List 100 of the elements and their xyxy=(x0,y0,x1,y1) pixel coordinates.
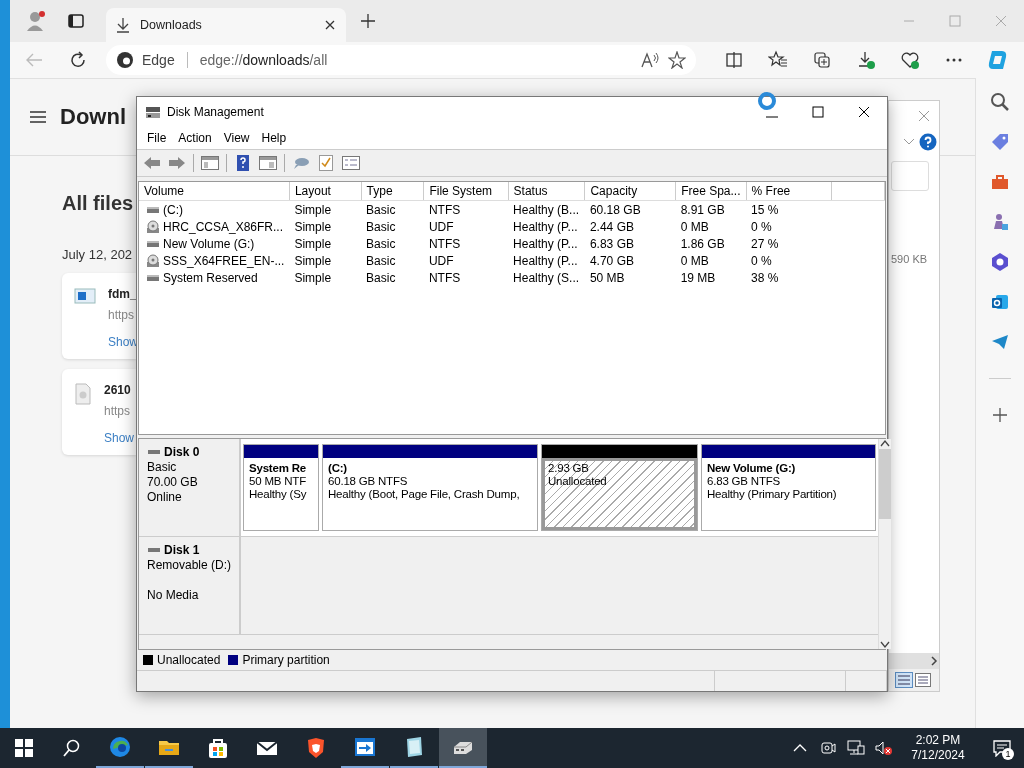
input-field[interactable] xyxy=(891,161,929,191)
maximize-icon xyxy=(812,106,824,118)
disk-size: 70.00 GB xyxy=(147,475,199,489)
section-heading: All files xyxy=(62,192,134,215)
mail-app-icon[interactable] xyxy=(990,292,1010,312)
chevron-down-icon[interactable] xyxy=(903,138,915,146)
back-arrow-icon xyxy=(143,156,161,170)
partition-name: (C:) xyxy=(328,462,347,474)
partition-name: System Re xyxy=(249,462,306,474)
table-cell-text: 2.44 GB xyxy=(588,218,635,235)
horizontal-scrollbar[interactable] xyxy=(889,653,939,669)
split-screen-icon[interactable] xyxy=(724,50,744,70)
column-header[interactable]: Capacity xyxy=(584,182,676,201)
menu-item[interactable]: Action xyxy=(172,129,218,147)
address-bar[interactable]: Edge edge://downloads/all xyxy=(106,45,696,75)
table-cell: (C:) xyxy=(163,202,183,217)
partition-status: Unallocated xyxy=(548,475,607,487)
table-cell: Simple xyxy=(289,200,362,218)
table-cell-text: Healthy (S... xyxy=(512,269,581,286)
column-header[interactable]: % Free xyxy=(746,182,832,201)
minimize-icon xyxy=(766,116,778,118)
column-header[interactable]: Type xyxy=(361,182,424,201)
toolbox-icon[interactable] xyxy=(990,172,1010,192)
table-cell-text: Healthy (P... xyxy=(512,218,579,235)
windows-icon xyxy=(15,739,33,757)
table-cell-text: Simple xyxy=(293,218,333,235)
partition-size: 50 MB NTF xyxy=(249,475,306,487)
close-icon[interactable] xyxy=(324,19,336,31)
file-size: 590 KB xyxy=(890,253,929,265)
maximize-icon xyxy=(949,15,961,27)
disk-type: Removable (D:) xyxy=(147,558,231,572)
table-cell-text: 4.70 GB xyxy=(588,252,635,269)
column-header[interactable]: Volume xyxy=(139,182,290,201)
table-cell: 15 % xyxy=(746,200,832,218)
speech-bubble-icon xyxy=(292,156,310,170)
browser-tab[interactable]: Downloads xyxy=(106,8,346,42)
form-icon xyxy=(342,156,360,170)
search-icon[interactable] xyxy=(990,92,1010,112)
read-aloud-icon[interactable] xyxy=(640,51,660,69)
vertical-scrollbar[interactable] xyxy=(878,439,891,649)
menu-item[interactable]: File xyxy=(141,129,173,147)
menu-item[interactable]: View xyxy=(217,129,256,147)
menu-item[interactable]: Help xyxy=(255,129,293,147)
table-cell: Healthy (B... xyxy=(508,200,585,218)
table-cell-text: 6.83 GB xyxy=(588,235,635,252)
table-cell: System Reserved xyxy=(163,270,258,285)
table-cell-text: NTFS xyxy=(427,269,462,286)
chevron-up-icon xyxy=(793,743,807,753)
panel-icon xyxy=(259,156,277,170)
star-icon[interactable] xyxy=(668,51,686,69)
heart-monitor-icon[interactable] xyxy=(900,50,920,70)
clock[interactable]: 2:02 PM 7/12/2024 xyxy=(900,728,976,768)
table-cell-text: 0 % xyxy=(750,218,773,235)
download-icon xyxy=(116,17,130,33)
notifications-button[interactable]: 1 xyxy=(980,728,1024,768)
column-header[interactable]: Free Spa... xyxy=(675,182,747,201)
date-heading: July 12, 202 xyxy=(62,247,133,262)
column-header[interactable]: File System xyxy=(423,182,509,201)
drive-icon xyxy=(146,238,160,249)
table-cell-text: UDF xyxy=(427,252,455,269)
table-cell: 8.91 GB xyxy=(675,200,747,218)
disk-management-icon xyxy=(145,105,161,119)
table-cell-text: Basic xyxy=(365,252,397,269)
help-icon[interactable] xyxy=(919,133,937,151)
list-view-icon[interactable] xyxy=(915,673,931,687)
download-icon[interactable] xyxy=(856,50,876,70)
file-url: https xyxy=(108,308,135,322)
hexagon-icon[interactable] xyxy=(990,252,1010,272)
window-title: Disk Management xyxy=(167,105,264,119)
table-cell-text: 0 MB xyxy=(679,218,710,235)
favorites-icon[interactable] xyxy=(768,50,788,70)
column-header[interactable]: Status xyxy=(508,182,585,201)
details-view-icon[interactable] xyxy=(895,672,913,688)
window-icon xyxy=(68,13,84,29)
back-arrow-icon xyxy=(25,52,43,68)
table-cell-text: UDF xyxy=(427,218,455,235)
browser-logo-icon xyxy=(116,51,134,69)
taskbar-button[interactable] xyxy=(439,728,487,768)
search-icon xyxy=(63,739,81,757)
store-bag-icon xyxy=(206,736,230,760)
table-cell-text: Simple xyxy=(293,252,333,269)
partition-block[interactable]: 2.93 GB Unallocated xyxy=(542,458,697,530)
collections-icon[interactable] xyxy=(812,50,832,70)
partition-size: 2.93 GB xyxy=(548,462,589,474)
disc-drive-icon xyxy=(146,219,160,234)
table-cell-text: Basic xyxy=(365,235,397,252)
table-cell-text: Basic xyxy=(365,269,397,286)
table-cell-text: 1.86 GB xyxy=(679,235,726,252)
site-label: Edge xyxy=(142,52,175,68)
help-book-icon xyxy=(236,155,250,171)
menu-icon[interactable] xyxy=(30,110,46,124)
show-link[interactable]: Show xyxy=(104,431,135,445)
column-header[interactable]: Layout xyxy=(289,182,362,201)
legend-label: Unallocated xyxy=(157,653,221,667)
table-cell-text: Simple xyxy=(293,235,333,252)
tag-icon[interactable] xyxy=(990,132,1010,152)
installer-icon xyxy=(74,287,96,305)
table-cell-text: 0 MB xyxy=(679,252,710,269)
browser-icon xyxy=(108,735,132,759)
drive-icon xyxy=(147,546,161,554)
